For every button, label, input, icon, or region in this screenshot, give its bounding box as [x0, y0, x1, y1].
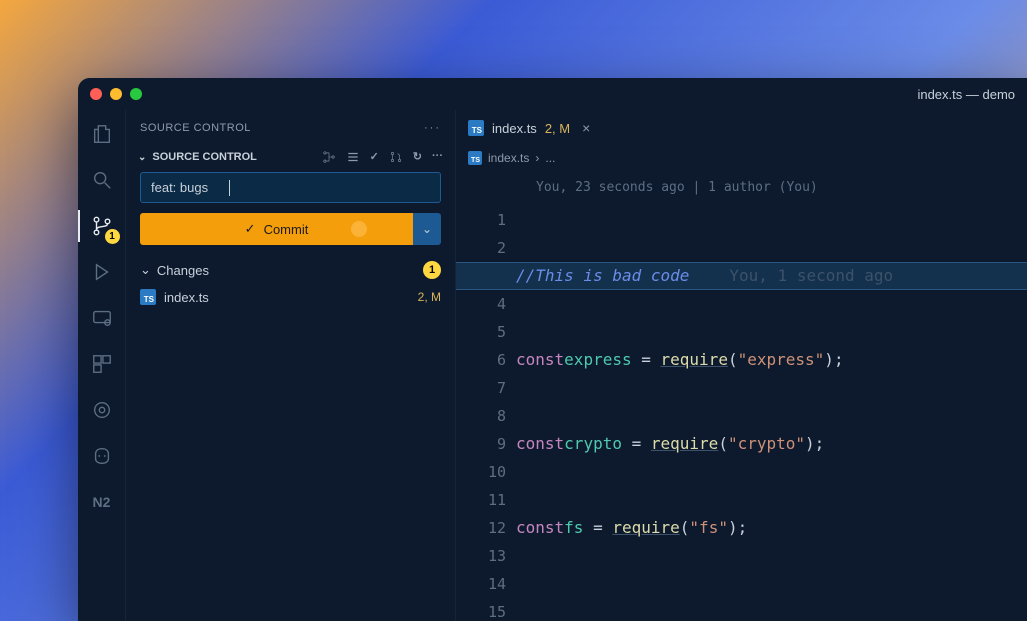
- activity-run-debug[interactable]: [88, 258, 116, 286]
- activity-copilot[interactable]: [88, 442, 116, 470]
- breadcrumb-file: index.ts: [488, 151, 529, 165]
- chevron-down-icon: ⌄: [422, 222, 432, 236]
- refresh-icon[interactable]: ↻: [413, 150, 422, 164]
- codelens-blame[interactable]: You, 23 seconds ago | 1 author (You): [536, 180, 818, 195]
- typescript-icon: TS: [140, 289, 156, 305]
- changes-count-badge: 1: [423, 261, 441, 279]
- scm-section-actions: ✓ ↻ ···: [322, 150, 443, 164]
- activity-explorer[interactable]: [88, 120, 116, 148]
- traffic-lights: [90, 88, 142, 100]
- line-number: 7: [466, 374, 506, 402]
- close-tab-button[interactable]: ×: [582, 120, 590, 136]
- changes-header[interactable]: ⌄ Changes 1: [126, 257, 455, 285]
- editor-tab-index-ts[interactable]: TS index.ts 2, M ×: [456, 110, 602, 146]
- editor-tabs: TS index.ts 2, M ×: [456, 110, 1027, 146]
- chevron-right-icon: ›: [535, 151, 539, 165]
- remote-icon: [91, 307, 113, 329]
- scm-section-header[interactable]: ⌄ SOURCE CONTROL ✓ ↻ ···: [126, 146, 455, 172]
- tab-status: 2, M: [545, 121, 570, 136]
- line-number: 12: [466, 514, 506, 542]
- commit-message-input[interactable]: feat: bugs: [140, 172, 441, 203]
- commit-button-label: Commit: [264, 222, 309, 237]
- decorative-glow: [351, 221, 367, 237]
- activity-n2[interactable]: N2: [88, 488, 116, 516]
- line-number: 8: [466, 402, 506, 430]
- line-number: 13: [466, 542, 506, 570]
- line-number: 14: [466, 570, 506, 598]
- more-icon[interactable]: ···: [432, 150, 443, 164]
- breadcrumb-tail: ...: [545, 151, 555, 165]
- typescript-icon: TS: [468, 151, 482, 165]
- tab-filename: index.ts: [492, 121, 537, 136]
- app-window: index.ts — demo 1: [78, 78, 1027, 621]
- files-icon: [91, 123, 113, 145]
- code-area[interactable]: You, 23 seconds ago | 1 author (You) 1 2…: [456, 170, 1027, 621]
- view-tree-icon[interactable]: [322, 150, 336, 164]
- line-number: 15: [466, 598, 506, 621]
- typescript-icon: TS: [468, 120, 484, 136]
- chevron-down-icon: ⌄: [140, 262, 151, 278]
- line-number: 5: [466, 318, 506, 346]
- activity-gitlens[interactable]: [88, 396, 116, 424]
- text-cursor: [229, 180, 230, 196]
- file-name: index.ts: [164, 290, 209, 305]
- editor: TS index.ts 2, M × TS index.ts › ... You…: [456, 110, 1027, 621]
- activity-remote[interactable]: [88, 304, 116, 332]
- gitlens-icon: [91, 399, 113, 421]
- titlebar: index.ts — demo: [78, 78, 1027, 110]
- line-number: 1: [466, 206, 506, 234]
- maximize-window-button[interactable]: [130, 88, 142, 100]
- breadcrumbs[interactable]: TS index.ts › ...: [456, 146, 1027, 170]
- search-icon: [91, 169, 113, 191]
- activity-source-control[interactable]: 1: [88, 212, 116, 240]
- check-icon[interactable]: ✓: [370, 150, 379, 164]
- changes-label: Changes: [157, 263, 209, 278]
- commit-message-text: feat: bugs: [151, 180, 208, 195]
- sidebar-header: SOURCE CONTROL ···: [126, 110, 455, 146]
- commit-button[interactable]: ✓ Commit: [140, 213, 413, 245]
- line-number: 9: [466, 430, 506, 458]
- activity-search[interactable]: [88, 166, 116, 194]
- line-number: 11: [466, 486, 506, 514]
- changed-file-item[interactable]: TS index.ts 2, M: [126, 285, 455, 309]
- inline-blame: You, 1 second ago: [729, 262, 893, 290]
- copilot-icon: [91, 445, 113, 467]
- close-window-button[interactable]: [90, 88, 102, 100]
- n2-icon: N2: [93, 494, 111, 510]
- play-bug-icon: [91, 261, 113, 283]
- scm-badge: 1: [105, 229, 120, 244]
- minimize-window-button[interactable]: [110, 88, 122, 100]
- sidebar-title: SOURCE CONTROL: [140, 122, 251, 134]
- activity-bar: 1 N2: [78, 110, 126, 621]
- source-control-sidebar: SOURCE CONTROL ··· ⌄ SOURCE CONTROL ✓ ↻ …: [126, 110, 456, 621]
- file-status: 2, M: [418, 290, 441, 304]
- line-number: 10: [466, 458, 506, 486]
- code-token: //This is bad code: [516, 262, 689, 290]
- scm-section-title: SOURCE CONTROL: [152, 151, 257, 163]
- list-icon[interactable]: [346, 150, 360, 164]
- line-number: 4: [466, 290, 506, 318]
- code-content[interactable]: //This is bad codeYou, 1 second ago cons…: [516, 206, 1027, 621]
- extensions-icon: [91, 353, 113, 375]
- chevron-down-icon: ⌄: [138, 152, 146, 163]
- window-title: index.ts — demo: [917, 87, 1015, 102]
- check-icon: ✓: [245, 221, 256, 237]
- sidebar-more-icon[interactable]: ···: [424, 122, 441, 134]
- line-number: 6: [466, 346, 506, 374]
- commit-dropdown-button[interactable]: ⌄: [413, 213, 441, 245]
- activity-extensions[interactable]: [88, 350, 116, 378]
- pull-request-icon[interactable]: [389, 150, 403, 164]
- line-number: 2: [466, 234, 506, 262]
